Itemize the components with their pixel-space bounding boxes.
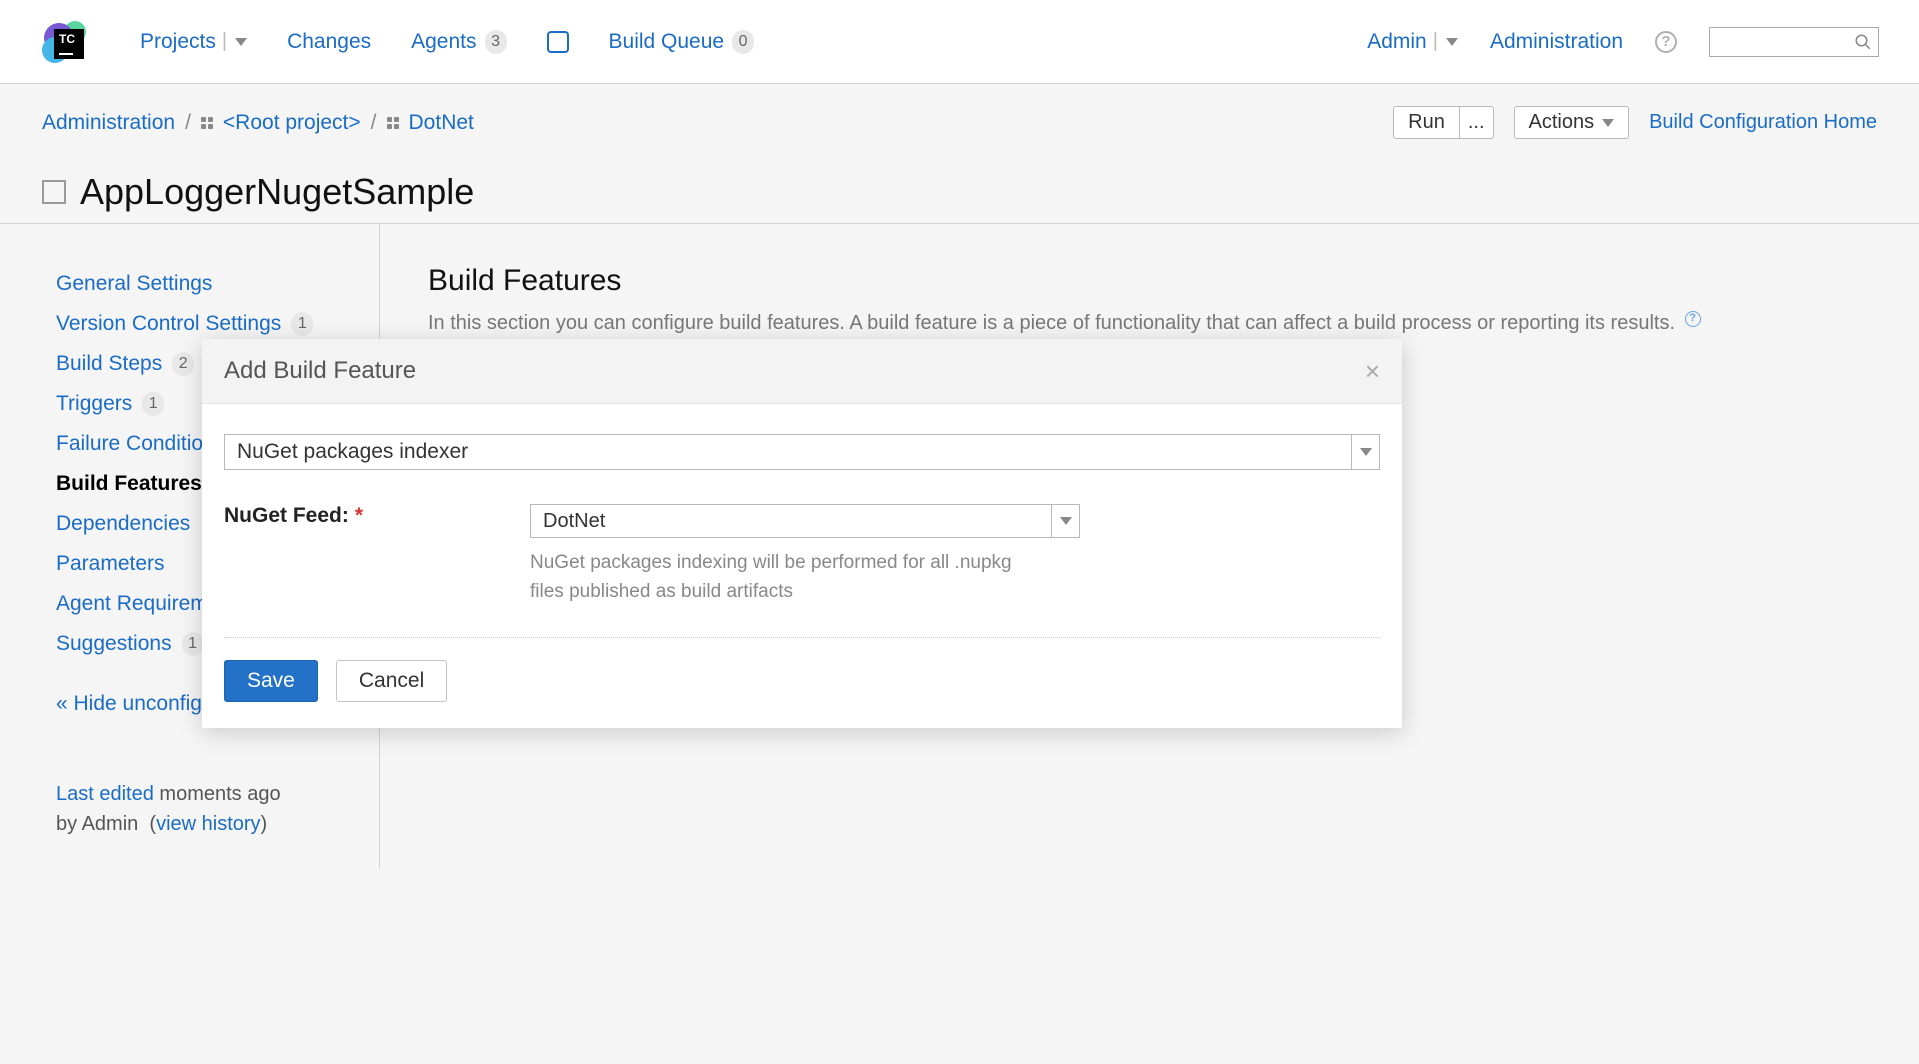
sidebar-item-label: Version Control Settings [56,312,281,336]
sidebar-item-badge: 1 [291,312,313,336]
dialog-header: Add Build Feature × [202,339,1402,404]
last-edited-link[interactable]: Last edited [56,783,154,805]
page-header: Administration / <Root project> / DotNet… [0,84,1919,223]
view-history-link[interactable]: view history [156,813,260,835]
page-title: AppLoggerNugetSample [80,171,474,213]
search-icon [1854,33,1872,51]
breadcrumb: Administration / <Root project> / DotNet [42,111,474,135]
top-nav: Projects | Changes Agents 3 Build Queue … [0,0,1919,84]
help-icon[interactable]: ? [1655,31,1677,53]
build-queue-count-badge: 0 [732,30,754,54]
sidebar-item-label: Failure Conditions [56,432,225,456]
content-description: In this section you can configure build … [428,308,1871,338]
dialog-divider [224,637,1380,638]
nav-administration[interactable]: Administration [1490,30,1623,54]
sidebar-item-label: General Settings [56,272,212,296]
content-heading: Build Features [428,264,1871,298]
run-button-group: Run ... [1393,106,1493,139]
project-grid-icon [201,117,213,129]
sidebar-item-label: Build Features [56,472,202,496]
nav-items: Projects | Changes Agents 3 Build Queue … [140,30,754,54]
save-button[interactable]: Save [224,660,318,702]
sidebar-item-badge: 1 [142,392,164,416]
sidebar-item-label: Suggestions [56,632,172,656]
sidebar-item-label: Triggers [56,392,132,416]
teamcity-logo[interactable] [40,17,100,67]
chevron-down-icon [235,38,247,46]
dialog-inner: Add Build Feature × NuGet packages index… [202,339,1402,728]
sidebar-item-badge: 1 [182,632,204,656]
nav-changes[interactable]: Changes [287,30,371,54]
nav-agents[interactable]: Agents 3 [411,30,506,54]
project-grid-icon [387,117,399,129]
sidebar-item-label: Parameters [56,552,165,576]
nav-admin-label: Admin [1367,30,1427,54]
edited-by-user: Admin [82,813,139,835]
nav-status-icon[interactable] [547,31,569,53]
nav-build-queue-label: Build Queue [609,30,725,54]
close-icon[interactable]: × [1365,358,1380,384]
nav-right: Admin | Administration ? [1367,27,1879,57]
breadcrumb-administration[interactable]: Administration [42,111,175,135]
actions-dropdown[interactable]: Actions [1514,106,1630,139]
run-button[interactable]: Run [1393,106,1460,139]
dialog-actions: Save Cancel [224,660,1380,702]
sidebar-item-label: Dependencies [56,512,190,536]
sidebar-item-badge: 2 [172,352,194,376]
nav-admin[interactable]: Admin | [1367,30,1458,54]
breadcrumb-root-project[interactable]: <Root project> [223,111,361,135]
feature-type-value: NuGet packages indexer [225,440,1351,464]
header-actions: Run ... Actions Build Configuration Home [1393,106,1877,139]
edited-by-prefix: by [56,813,82,835]
nav-projects-label: Projects [140,30,216,54]
sidebar-item-general-settings[interactable]: General Settings [56,264,379,304]
chevron-down-icon [1060,517,1072,525]
chevron-down-icon [1446,38,1458,46]
nuget-feed-row: NuGet Feed:* DotNet NuGet packages index… [224,504,1380,607]
breadcrumb-project[interactable]: DotNet [409,111,474,135]
sidebar-item-label: Build Steps [56,352,162,376]
nuget-feed-label: NuGet Feed:* [224,504,530,607]
sidebar-item-version-control-settings[interactable]: Version Control Settings 1 [56,304,379,344]
nav-build-queue[interactable]: Build Queue 0 [609,30,755,54]
actions-label: Actions [1529,111,1595,134]
cancel-button[interactable]: Cancel [336,660,447,702]
nuget-feed-value: DotNet [531,510,1051,533]
select-arrow [1051,505,1079,537]
build-config-icon [42,180,66,204]
nuget-feed-select[interactable]: DotNet [530,504,1080,538]
search-input[interactable] [1709,27,1879,57]
add-build-feature-dialog: Add Build Feature × NuGet packages index… [202,339,1402,728]
nuget-feed-help: NuGet packages indexing will be performe… [530,548,1020,607]
build-config-home-link[interactable]: Build Configuration Home [1649,111,1877,134]
feature-type-select[interactable]: NuGet packages indexer [224,434,1380,470]
chevron-down-icon [1360,448,1372,456]
run-more-button[interactable]: ... [1460,106,1494,139]
agents-count-badge: 3 [485,30,507,54]
select-arrow [1351,435,1379,469]
sidebar-meta: Last edited moments ago by Admin (view h… [56,779,379,839]
nav-agents-label: Agents [411,30,476,54]
chevron-down-icon [1602,119,1614,127]
last-edited-when: moments ago [154,783,281,805]
dialog-body: NuGet packages indexer NuGet Feed:* DotN… [202,404,1402,728]
info-icon[interactable]: ? [1685,311,1701,327]
nav-projects[interactable]: Projects | [140,30,247,54]
nav-changes-label: Changes [287,30,371,54]
dialog-title: Add Build Feature [224,357,416,385]
